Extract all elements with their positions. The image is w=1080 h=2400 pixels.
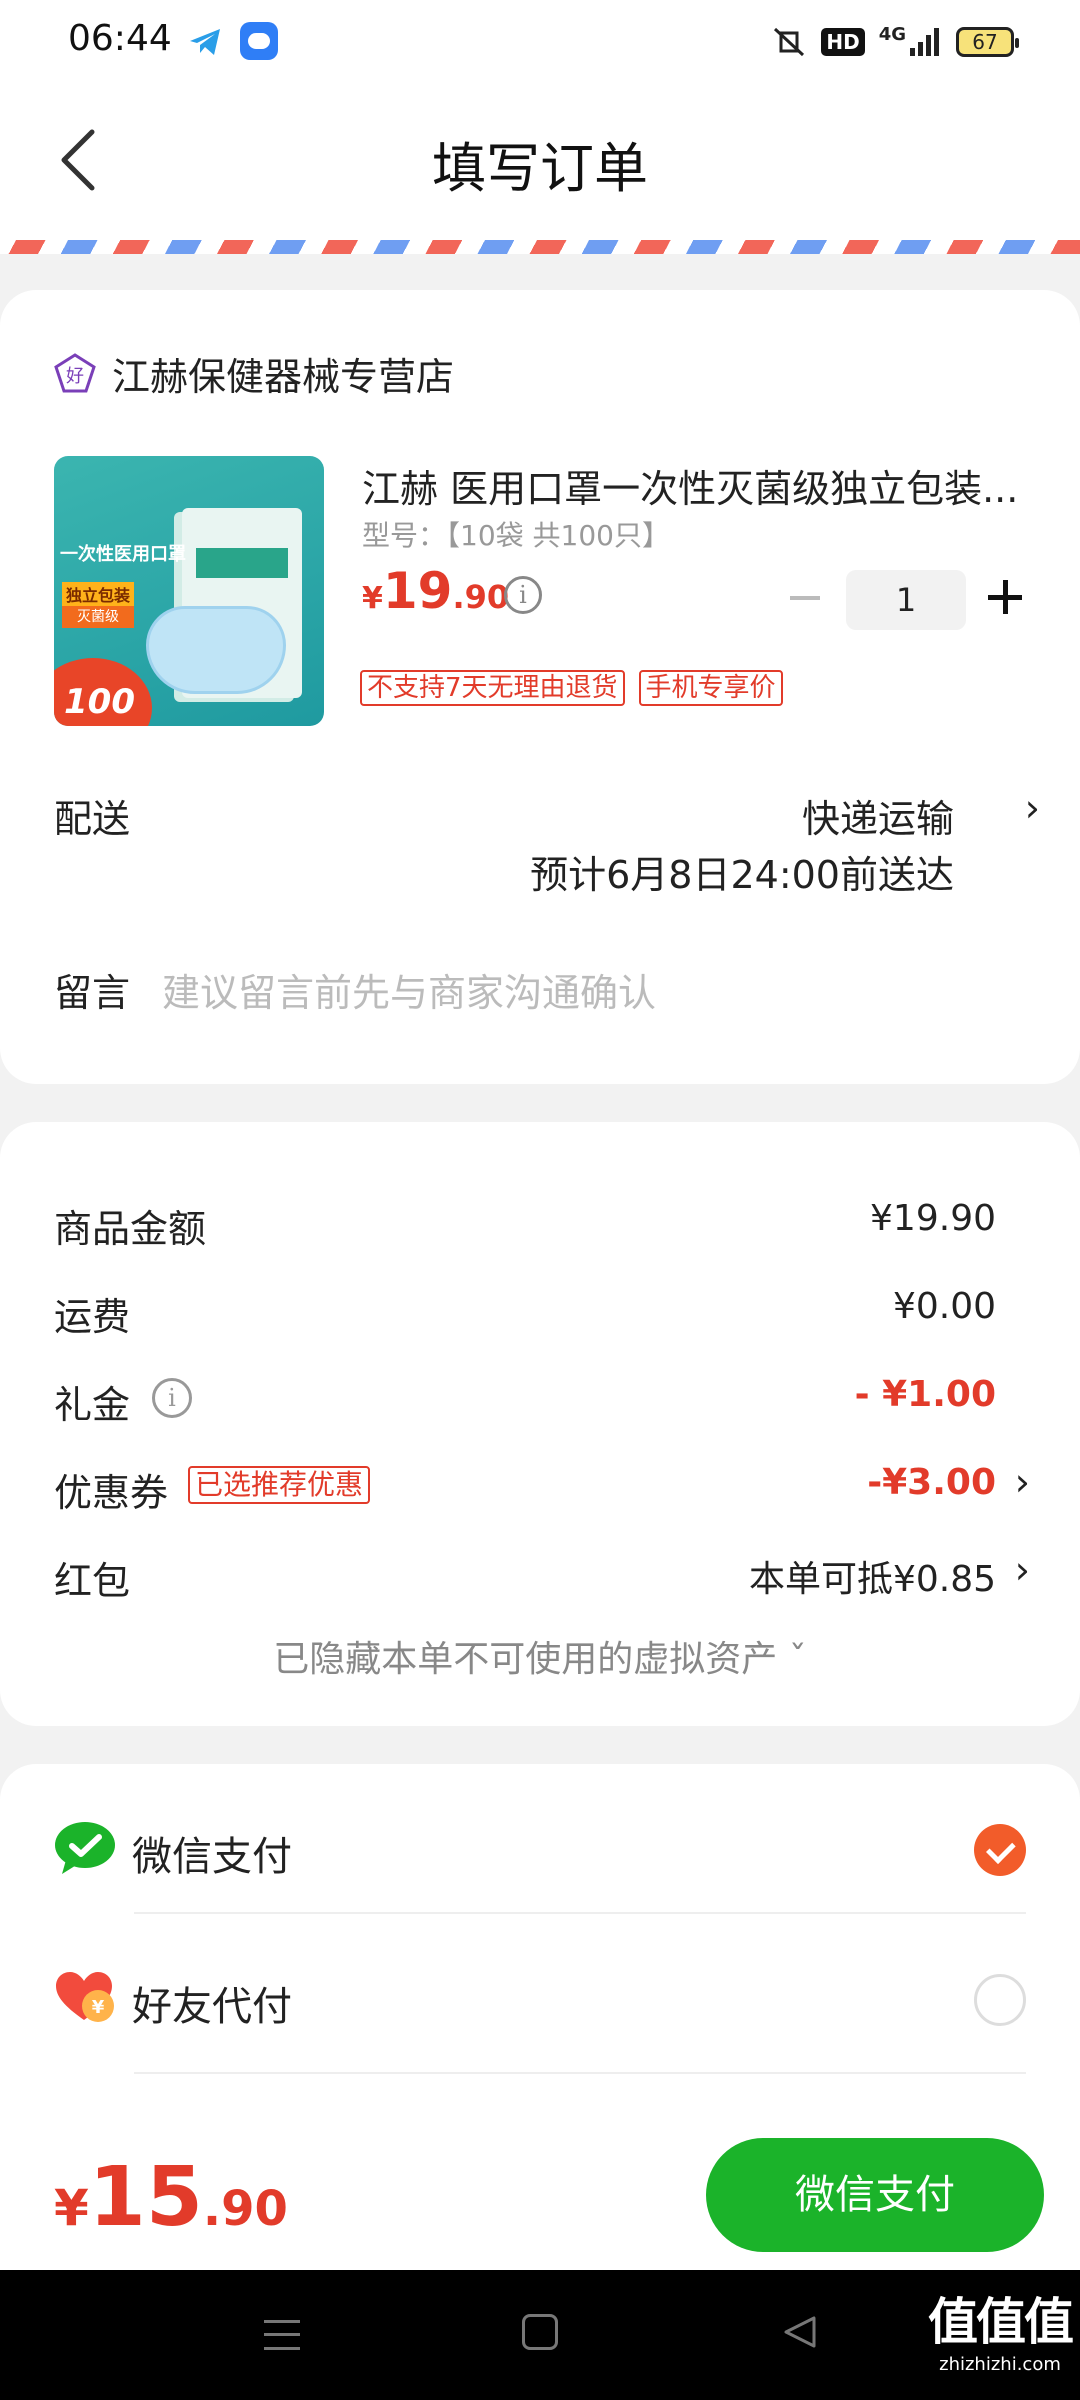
nav-back-icon[interactable]	[780, 2312, 820, 2352]
price-currency: ¥	[362, 581, 383, 616]
price-info-icon[interactable]: i	[504, 576, 542, 614]
telegram-icon	[190, 29, 220, 55]
hidden-assets-toggle[interactable]: 已隐藏本单不可使用的虚拟资产 ˇ	[0, 1630, 1080, 1682]
gift-money-label: 礼金	[54, 1383, 131, 1427]
product-title: 江赫 医用口罩一次性灭菌级独立包装...	[362, 467, 1019, 511]
quantity-decrease-button[interactable]	[790, 596, 820, 600]
gift-money-value: - ¥1.00	[854, 1374, 996, 1415]
tag-no-return: 不支持7天无理由退货	[360, 670, 625, 706]
payment-option-friend[interactable]: ¥ 好友代付	[54, 1960, 1026, 2040]
shipping-label: 运费	[54, 1295, 131, 1339]
product-price: ¥ 19 .90	[362, 562, 509, 620]
watermark-url: zhizhizhi.com	[939, 2354, 1061, 2375]
product-image[interactable]: 一次性医用口罩 独立包装 灭菌级 100	[54, 456, 324, 726]
shipping-value: ¥0.00	[892, 1286, 996, 1327]
message-label: 留言	[54, 971, 131, 1015]
svg-text:¥: ¥	[92, 1997, 105, 2018]
status-indicators: HD 4G 67	[771, 22, 1019, 62]
home-icon[interactable]	[522, 2314, 558, 2350]
gift-money-row: 礼金 i - ¥1.00	[54, 1374, 1026, 1434]
recent-apps-icon[interactable]	[264, 2320, 300, 2350]
page-title: 填写订单	[432, 137, 648, 200]
payment-option-wechat[interactable]: 微信支付	[54, 1810, 1026, 1890]
delivery-chevron-icon[interactable]: ›	[1025, 786, 1040, 830]
gift-info-icon[interactable]: i	[152, 1378, 192, 1418]
unselected-radio-icon[interactable]	[974, 1974, 1026, 2026]
goods-amount-value: ¥19.90	[870, 1198, 996, 1239]
price-integer: 19	[382, 562, 453, 620]
friend-pay-heart-icon: ¥	[56, 1972, 114, 2022]
quantity-value[interactable]: 1	[846, 570, 966, 630]
airmail-divider	[0, 240, 1080, 254]
wechat-pay-button[interactable]: 微信支付	[706, 2138, 1044, 2252]
thumb-tag-individual: 独立包装	[62, 582, 134, 606]
product-tags: 不支持7天无理由退货 手机专享价	[360, 670, 783, 706]
order-item-card: 好 江赫保健器械专营店 一次性医用口罩 独立包装 灭菌级 100 江赫 医用口罩…	[0, 290, 1080, 1084]
signal-icon	[910, 28, 939, 56]
wechat-pay-label: 微信支付	[132, 1834, 292, 1880]
delivery-eta: 预计6月8日24:00前送达	[530, 853, 954, 897]
total-integer: 15	[88, 2150, 203, 2245]
friend-pay-label: 好友代付	[132, 1984, 292, 2030]
status-bar: 06:44 HD 4G 67	[0, 0, 1080, 80]
shipping-row: 运费 ¥0.00	[54, 1286, 1026, 1346]
divider	[134, 2072, 1026, 2074]
red-packet-chevron-icon[interactable]: ›	[1015, 1548, 1030, 1592]
hd-indicator: HD	[821, 28, 865, 56]
total-currency: ¥	[54, 2179, 89, 2237]
mute-vibrate-icon	[774, 27, 805, 57]
thumb-tag-sterile: 灭菌级	[62, 606, 134, 628]
battery-icon: 67	[956, 27, 1019, 57]
thumb-badge: 100	[64, 682, 135, 722]
coupon-recommended-tag: 已选推荐优惠	[188, 1466, 371, 1504]
selected-check-icon[interactable]	[974, 1824, 1026, 1876]
coupon-chevron-icon[interactable]: ›	[1015, 1460, 1030, 1504]
quantity-increase-button[interactable]	[988, 580, 1022, 614]
red-packet-label: 红包	[54, 1559, 131, 1603]
delivery-label: 配送	[54, 797, 131, 841]
goods-amount-label: 商品金额	[54, 1207, 207, 1251]
watermark-logo: 值值值	[928, 2293, 1074, 2351]
system-nav-bar: 值值值 zhizhizhi.com	[0, 2270, 1080, 2400]
payment-method-card: 微信支付 ¥ 好友代付	[0, 1764, 1080, 2124]
delivery-method[interactable]: 快递运输	[802, 788, 954, 843]
product-spec[interactable]: 型号：【10袋 共100只】	[362, 514, 670, 554]
store-name: 江赫保健器械专营店	[112, 355, 455, 399]
coupon-row[interactable]: 优惠券 已选推荐优惠 -¥3.00 ›	[54, 1460, 1030, 1522]
red-packet-value: 本单可抵¥0.85	[748, 1559, 996, 1600]
svg-text:好: 好	[66, 366, 84, 387]
coupon-label: 优惠券	[54, 1471, 169, 1515]
price-decimal: .90	[452, 578, 510, 616]
divider	[134, 1912, 1026, 1914]
header: 填写订单	[0, 80, 1080, 240]
status-time: 06:44	[68, 18, 172, 59]
goods-amount-row: 商品金额 ¥19.90	[54, 1198, 1026, 1258]
amount-summary-card: 商品金额 ¥19.90 运费 ¥0.00 礼金 i - ¥1.00 优惠券 已选…	[0, 1122, 1080, 1726]
red-packet-row[interactable]: 红包 本单可抵¥0.85 ›	[54, 1548, 1030, 1610]
network-type: 4G	[878, 23, 906, 45]
total-decimal: .90	[202, 2181, 288, 2237]
checkout-bar: ¥ 15 .90 微信支付	[0, 2120, 1080, 2270]
tag-mobile-price: 手机专享价	[638, 670, 783, 706]
cloud-app-icon	[240, 22, 278, 60]
total-price: ¥ 15 .90	[54, 2150, 288, 2245]
wechat-pay-icon	[55, 1822, 115, 1874]
store-badge-icon: 好	[54, 352, 96, 392]
watermark: 值值值 zhizhizhi.com	[928, 2282, 1074, 2375]
thumb-headline: 一次性医用口罩	[60, 544, 186, 565]
coupon-value: -¥3.00	[867, 1462, 996, 1503]
message-input[interactable]: 建议留言前先与商家沟通确认	[162, 962, 656, 1017]
store-header[interactable]: 好 江赫保健器械专营店	[54, 346, 454, 401]
